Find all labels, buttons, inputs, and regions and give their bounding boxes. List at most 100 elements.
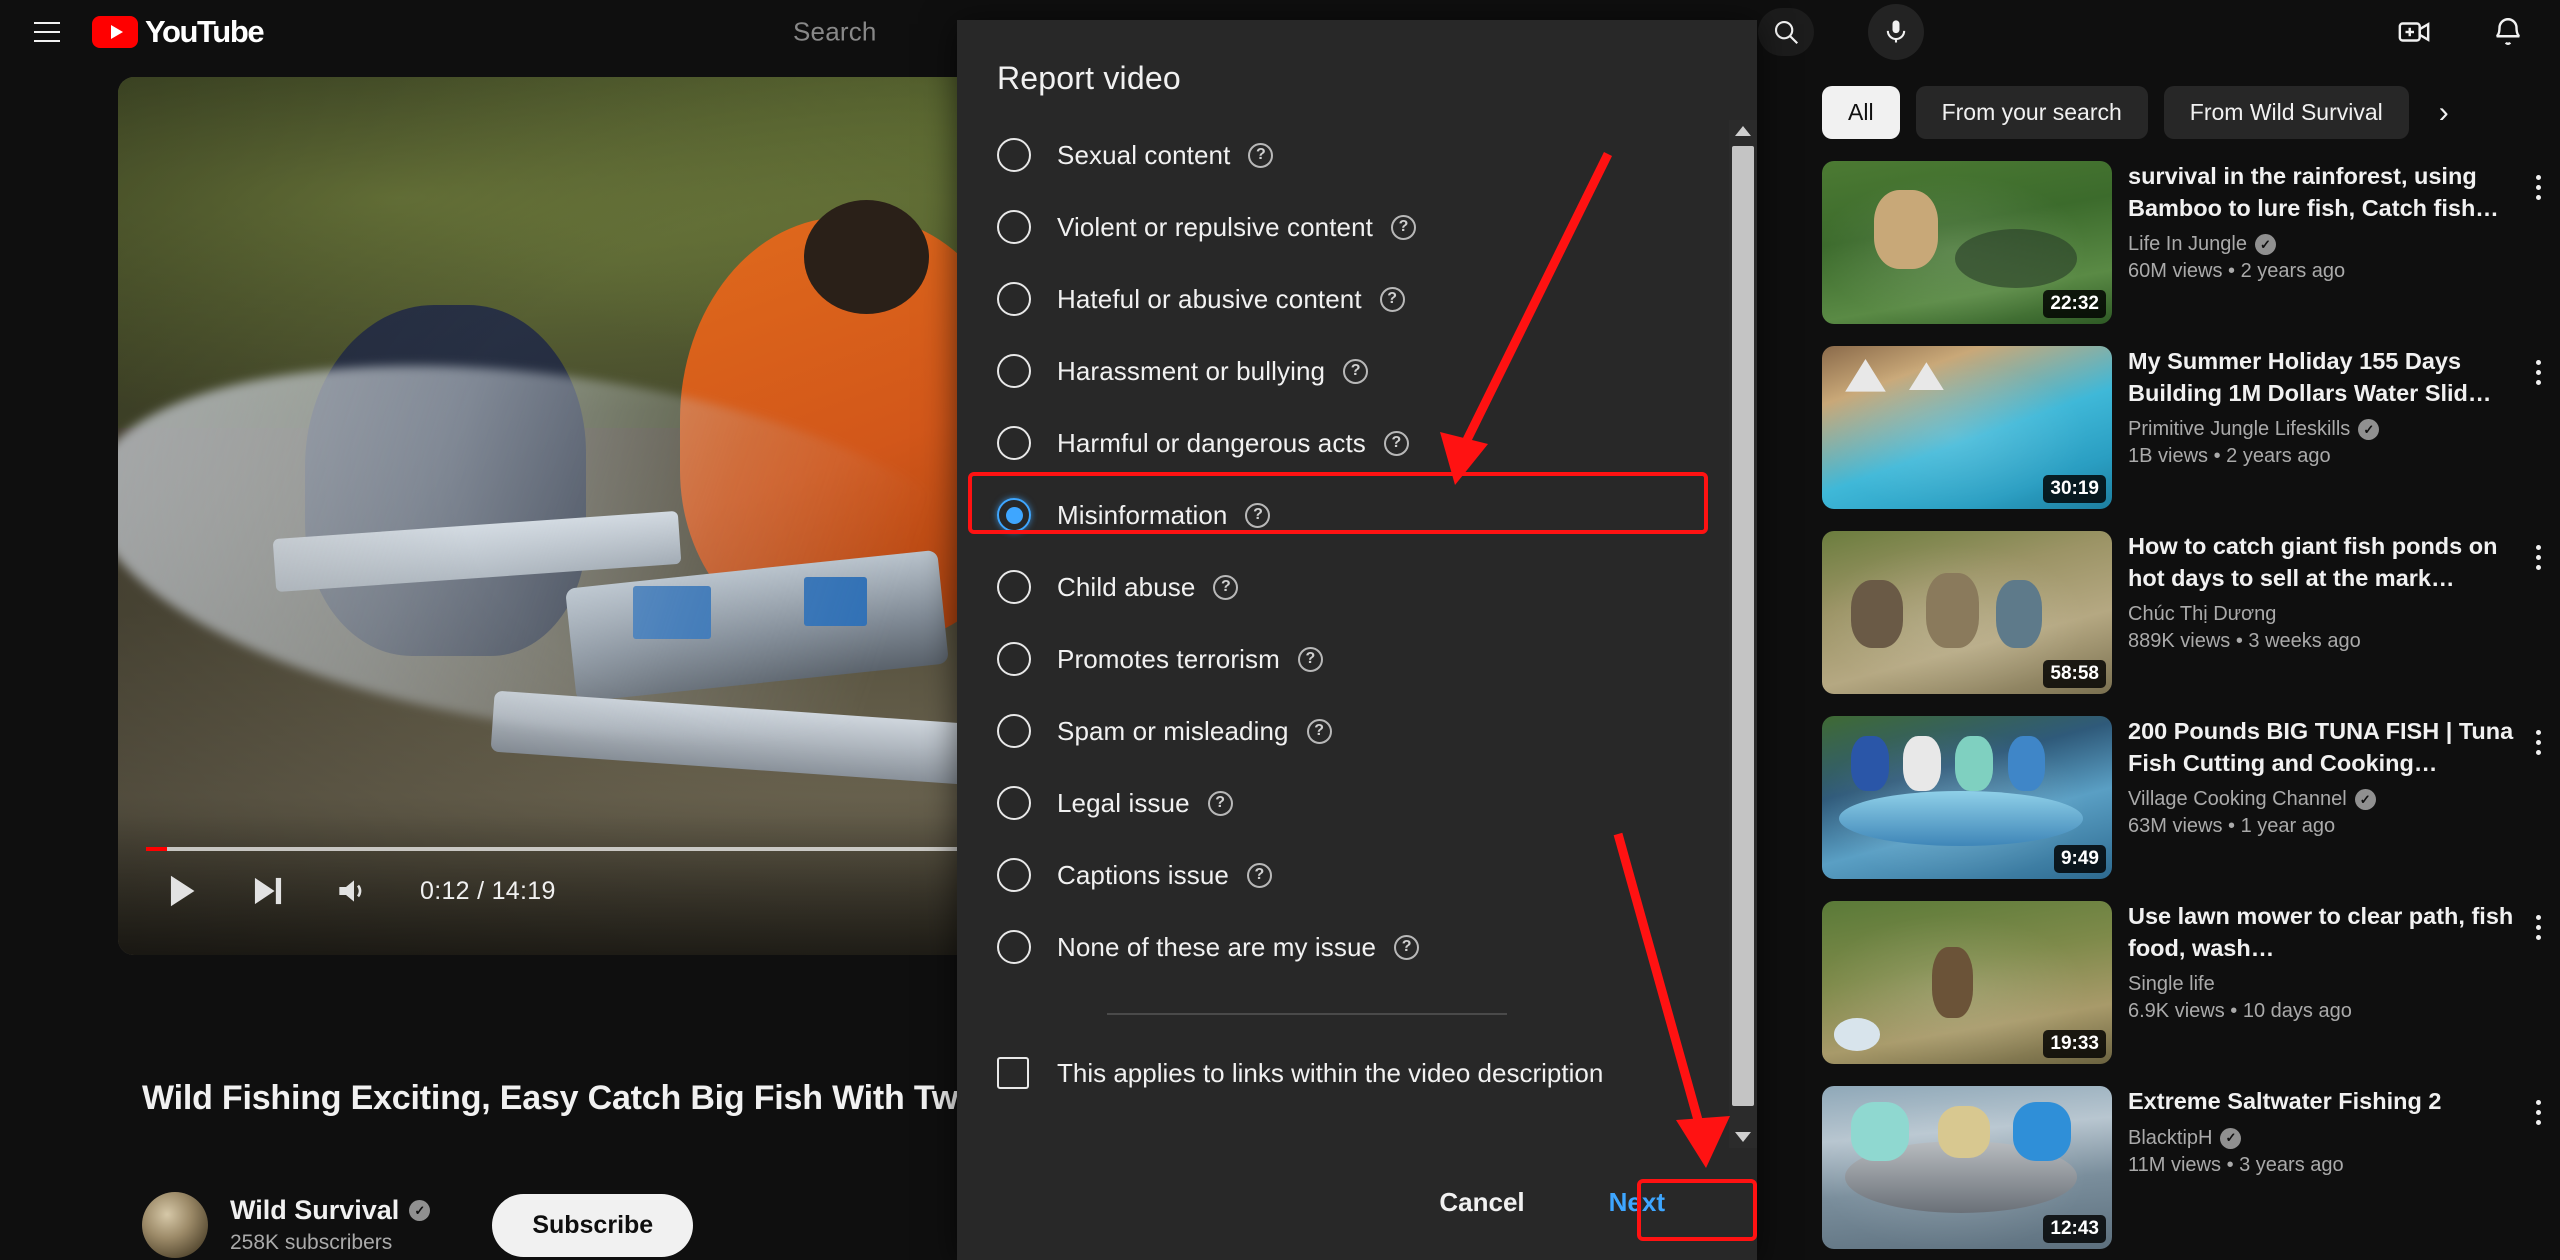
search-icon[interactable] <box>1758 8 1814 56</box>
help-question-icon[interactable]: ? <box>1207 790 1233 816</box>
create-video-icon[interactable] <box>2388 6 2440 58</box>
video-thumbnail[interactable]: 30:19 <box>1822 346 2112 509</box>
list-item[interactable]: 30:19 My Summer Holiday 155 Days Buildin… <box>1822 346 2560 509</box>
cancel-button[interactable]: Cancel <box>1411 1173 1552 1232</box>
more-options-icon[interactable] <box>2520 535 2556 579</box>
video-thumbnail[interactable]: 22:32 <box>1822 161 2112 324</box>
chip-from-your-search[interactable]: From your search <box>1915 86 2148 139</box>
channel-row: Wild Survival ✓ 258K subscribers Subscri… <box>142 1192 694 1258</box>
radio-button[interactable] <box>997 714 1031 748</box>
hamburger-menu-icon[interactable] <box>26 11 68 53</box>
option-label: Spam or misleading <box>1057 715 1289 746</box>
list-item[interactable]: 12:43 Extreme Saltwater Fishing 2 Blackt… <box>1822 1086 2560 1249</box>
report-option-hateful-content[interactable]: Hateful or abusive content ? <box>997 263 1729 335</box>
report-option-misinformation[interactable]: Misinformation ? <box>997 479 1729 551</box>
report-option-harmful-acts[interactable]: Harmful or dangerous acts ? <box>997 407 1729 479</box>
help-question-icon[interactable]: ? <box>1297 646 1323 672</box>
list-item[interactable]: 19:33 Use lawn mower to clear path, fish… <box>1822 901 2560 1064</box>
radio-button-selected[interactable] <box>997 498 1031 532</box>
chevron-right-icon[interactable]: › <box>2431 96 2457 130</box>
scrollbar-thumb[interactable] <box>1732 146 1754 1106</box>
radio-button[interactable] <box>997 282 1031 316</box>
scroll-down-arrow-icon[interactable] <box>1729 1126 1757 1148</box>
channel-name: Wild Survival <box>230 1195 400 1225</box>
scroll-up-arrow-icon[interactable] <box>1729 120 1757 142</box>
report-option-spam-misleading[interactable]: Spam or misleading ? <box>997 695 1729 767</box>
radio-button[interactable] <box>997 354 1031 388</box>
search-input[interactable]: Search <box>793 17 877 48</box>
dialog-scrollbar[interactable] <box>1729 120 1757 1148</box>
help-question-icon[interactable]: ? <box>1246 862 1272 888</box>
view-count: 1B views <box>2128 445 2209 468</box>
upload-age: 2 years ago <box>2240 260 2346 283</box>
help-question-icon[interactable]: ? <box>1248 142 1274 168</box>
links-checkbox-row[interactable]: This applies to links within the video d… <box>957 1057 1757 1089</box>
report-option-harassment[interactable]: Harassment or bullying ? <box>997 335 1729 407</box>
report-option-promotes-terrorism[interactable]: Promotes terrorism ? <box>997 623 1729 695</box>
report-option-sexual-content[interactable]: Sexual content ? <box>997 119 1729 191</box>
radio-button[interactable] <box>997 858 1031 892</box>
video-stats: 11M views • 3 years ago <box>2128 1153 2344 1176</box>
links-checkbox[interactable] <box>997 1057 1029 1089</box>
channel-name-row[interactable]: Wild Survival ✓ <box>230 1195 431 1226</box>
report-option-legal-issue[interactable]: Legal issue ? <box>997 767 1729 839</box>
video-thumbnail[interactable]: 19:33 <box>1822 901 2112 1064</box>
list-item[interactable]: 58:58 How to catch giant fish ponds on h… <box>1822 531 2560 694</box>
radio-button[interactable] <box>997 642 1031 676</box>
radio-button[interactable] <box>997 786 1031 820</box>
video-channel[interactable]: Village Cooking Channel ✓ <box>2128 788 2520 811</box>
list-item[interactable]: 22:32 survival in the rainforest, using … <box>1822 161 2560 324</box>
video-channel[interactable]: Single life <box>2128 973 2520 996</box>
video-thumbnail[interactable]: 58:58 <box>1822 531 2112 694</box>
video-thumbnail[interactable]: 12:43 <box>1822 1086 2112 1249</box>
video-meta: 200 Pounds BIG TUNA FISH | Tuna Fish Cut… <box>2128 716 2560 879</box>
more-options-icon[interactable] <box>2520 165 2556 209</box>
more-options-icon[interactable] <box>2520 1090 2556 1134</box>
video-channel[interactable]: Life In Jungle ✓ <box>2128 233 2520 256</box>
video-channel[interactable]: Chúc Thị Dương <box>2128 603 2520 626</box>
more-options-icon[interactable] <box>2520 350 2556 394</box>
video-channel[interactable]: BlacktipH ✓ <box>2128 1127 2520 1150</box>
verified-badge-icon: ✓ <box>2354 789 2376 811</box>
report-option-none-of-these[interactable]: None of these are my issue ? <box>997 911 1729 983</box>
help-question-icon[interactable]: ? <box>1390 214 1416 240</box>
radio-button[interactable] <box>997 138 1031 172</box>
youtube-logo[interactable]: YouTube <box>92 14 265 50</box>
radio-button[interactable] <box>997 426 1031 460</box>
more-options-icon[interactable] <box>2520 720 2556 764</box>
report-option-child-abuse[interactable]: Child abuse ? <box>997 551 1729 623</box>
video-duration: 9:49 <box>2053 845 2106 873</box>
help-question-icon[interactable]: ? <box>1383 430 1409 456</box>
radio-button[interactable] <box>997 930 1031 964</box>
radio-button[interactable] <box>997 210 1031 244</box>
play-icon[interactable] <box>144 853 220 929</box>
video-title: 200 Pounds BIG TUNA FISH | Tuna Fish Cut… <box>2128 718 2514 776</box>
list-item[interactable]: 9:49 200 Pounds BIG TUNA FISH | Tuna Fis… <box>1822 716 2560 879</box>
help-question-icon[interactable]: ? <box>1343 358 1369 384</box>
dialog-divider <box>1107 1013 1507 1015</box>
youtube-logo-text: YouTube <box>145 14 265 49</box>
chip-all[interactable]: All <box>1822 86 1900 139</box>
channel-avatar[interactable] <box>142 1192 208 1258</box>
radio-button[interactable] <box>997 570 1031 604</box>
microphone-icon[interactable] <box>1868 4 1924 60</box>
report-option-captions-issue[interactable]: Captions issue ? <box>997 839 1729 911</box>
help-question-icon[interactable]: ? <box>1213 574 1239 600</box>
video-duration: 22:32 <box>2043 290 2106 318</box>
help-question-icon[interactable]: ? <box>1306 718 1332 744</box>
notifications-bell-icon[interactable] <box>2482 6 2534 58</box>
verified-badge-icon: ✓ <box>2254 234 2276 256</box>
video-thumbnail[interactable]: 9:49 <box>1822 716 2112 879</box>
subscribe-button[interactable]: Subscribe <box>492 1193 694 1257</box>
help-question-icon[interactable]: ? <box>1245 502 1271 528</box>
volume-icon[interactable] <box>316 853 392 929</box>
more-options-icon[interactable] <box>2520 905 2556 949</box>
help-question-icon[interactable]: ? <box>1379 286 1405 312</box>
report-option-violent-content[interactable]: Violent or repulsive content ? <box>997 191 1729 263</box>
next-button[interactable]: Next <box>1579 1173 1695 1232</box>
next-video-icon[interactable] <box>230 853 306 929</box>
video-channel[interactable]: Primitive Jungle Lifeskills ✓ <box>2128 418 2520 441</box>
help-question-icon[interactable]: ? <box>1394 934 1420 960</box>
chip-from-wild-survival[interactable]: From Wild Survival <box>2163 86 2409 139</box>
upload-age: 1 year ago <box>2240 815 2336 838</box>
